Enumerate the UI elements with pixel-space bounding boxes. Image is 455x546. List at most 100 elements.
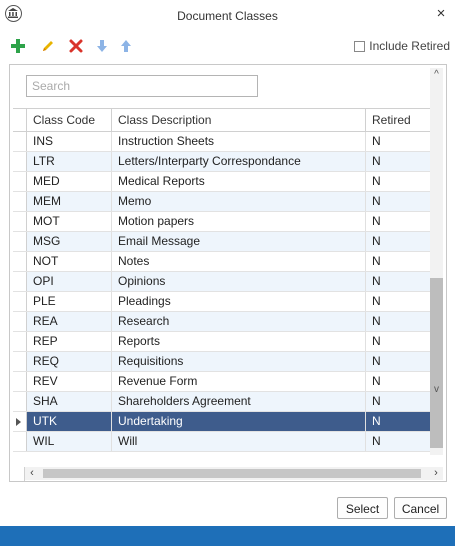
cell-retired: N — [372, 154, 381, 168]
table-row[interactable]: MOT Motion papers N — [13, 212, 440, 232]
row-indicator[interactable] — [13, 292, 27, 311]
cell-retired: N — [372, 414, 381, 428]
table-row[interactable]: OPI Opinions N — [13, 272, 440, 292]
cancel-button[interactable]: Cancel — [394, 497, 447, 519]
scroll-left-icon[interactable]: ‹ — [25, 467, 39, 480]
cell-class-code: OPI — [27, 272, 112, 291]
table-row[interactable]: MEM Memo N — [13, 192, 440, 212]
row-indicator[interactable] — [13, 252, 27, 271]
horizontal-scroll-thumb[interactable] — [43, 469, 421, 478]
cell-class-code: REP — [27, 332, 112, 351]
delete-icon[interactable] — [68, 38, 84, 54]
cell-class-description: Motion papers — [112, 212, 366, 231]
table-row[interactable]: REP Reports N — [13, 332, 440, 352]
row-indicator[interactable] — [13, 272, 27, 291]
cell-class-code: PLE — [27, 292, 112, 311]
row-indicator[interactable] — [13, 332, 27, 351]
vertical-scroll-thumb[interactable] — [430, 278, 443, 448]
select-button[interactable]: Select — [337, 497, 388, 519]
table-row[interactable]: UTK Undertaking N — [13, 412, 440, 432]
cancel-button-label: Cancel — [401, 502, 440, 516]
cell-class-description: Will — [112, 432, 366, 451]
title-bar: Document Classes × — [0, 0, 455, 30]
toolbar: Include Retired — [0, 34, 455, 58]
move-down-icon[interactable] — [94, 38, 110, 54]
cell-class-code: REV — [27, 372, 112, 391]
cell-class-description: Reports — [112, 332, 366, 351]
table-row[interactable]: REQ Requisitions N — [13, 352, 440, 372]
cell-retired: N — [372, 134, 381, 148]
cell-retired: N — [372, 334, 381, 348]
row-indicator[interactable] — [13, 172, 27, 191]
table-row[interactable]: REA Research N — [13, 312, 440, 332]
cell-class-code: REQ — [27, 352, 112, 371]
edit-icon[interactable] — [40, 38, 56, 54]
row-indicator[interactable] — [13, 232, 27, 251]
row-indicator[interactable] — [13, 132, 27, 151]
window-title: Document Classes — [177, 9, 278, 23]
table-row[interactable]: LTR Letters/Interparty Correspondance N — [13, 152, 440, 172]
search-input[interactable] — [26, 75, 258, 97]
cell-class-code: INS — [27, 132, 112, 151]
add-icon[interactable] — [10, 38, 26, 54]
cell-class-description: Email Message — [112, 232, 366, 251]
row-indicator[interactable] — [13, 152, 27, 171]
cell-retired: N — [372, 294, 381, 308]
move-up-icon[interactable] — [118, 38, 134, 54]
cell-class-description: Letters/Interparty Correspondance — [112, 152, 366, 171]
row-indicator[interactable] — [13, 212, 27, 231]
column-header-retired[interactable]: Retired — [366, 109, 440, 131]
row-indicator-header — [13, 109, 27, 131]
cell-retired: N — [372, 374, 381, 388]
table-row[interactable]: MSG Email Message N — [13, 232, 440, 252]
include-retired-option[interactable]: Include Retired — [354, 38, 450, 54]
vertical-scrollbar[interactable]: ^ v — [430, 68, 443, 455]
horizontal-scrollbar[interactable]: ‹ › — [25, 467, 443, 480]
cell-retired: N — [372, 354, 381, 368]
row-indicator[interactable] — [13, 192, 27, 211]
include-retired-label: Include Retired — [369, 39, 450, 53]
table-row[interactable]: SHA Shareholders Agreement N — [13, 392, 440, 412]
classes-grid: Class Code Class Description Retired INS… — [13, 108, 440, 464]
select-button-label: Select — [345, 502, 380, 516]
cell-class-description: Medical Reports — [112, 172, 366, 191]
row-indicator[interactable] — [13, 372, 27, 391]
cell-class-description: Requisitions — [112, 352, 366, 371]
cell-class-description: Revenue Form — [112, 372, 366, 391]
include-retired-checkbox[interactable] — [354, 40, 366, 52]
cell-retired: N — [372, 194, 381, 208]
table-row[interactable]: INS Instruction Sheets N — [13, 132, 440, 152]
column-header-class-description[interactable]: Class Description — [112, 109, 366, 131]
table-row[interactable]: WIL Will N — [13, 432, 440, 452]
table-row[interactable]: NOT Notes N — [13, 252, 440, 272]
cell-class-code: SHA — [27, 392, 112, 411]
cell-retired: N — [372, 394, 381, 408]
classes-panel: Class Code Class Description Retired INS… — [9, 64, 447, 482]
cell-class-description: Shareholders Agreement — [112, 392, 366, 411]
row-indicator[interactable] — [13, 412, 27, 431]
cell-retired: N — [372, 234, 381, 248]
cell-retired: N — [372, 314, 381, 328]
cell-retired: N — [372, 214, 381, 228]
cell-class-description: Opinions — [112, 272, 366, 291]
row-indicator[interactable] — [13, 432, 27, 451]
cell-class-description: Research — [112, 312, 366, 331]
row-indicator[interactable] — [13, 312, 27, 331]
current-row-arrow-icon — [16, 418, 21, 426]
row-indicator[interactable] — [13, 352, 27, 371]
table-row[interactable]: MED Medical Reports N — [13, 172, 440, 192]
cell-retired: N — [372, 274, 381, 288]
row-indicator[interactable] — [13, 392, 27, 411]
cell-class-code: WIL — [27, 432, 112, 451]
scroll-right-icon[interactable]: › — [429, 467, 443, 480]
cell-class-code: NOT — [27, 252, 112, 271]
column-header-class-code[interactable]: Class Code — [27, 109, 112, 131]
cell-class-code: MOT — [27, 212, 112, 231]
scroll-down-icon[interactable]: v — [430, 383, 443, 397]
scroll-up-icon[interactable]: ^ — [430, 68, 443, 82]
close-icon[interactable]: × — [434, 6, 448, 21]
table-row[interactable]: PLE Pleadings N — [13, 292, 440, 312]
cell-retired: N — [372, 174, 381, 188]
table-row[interactable]: REV Revenue Form N — [13, 372, 440, 392]
cell-class-code: LTR — [27, 152, 112, 171]
